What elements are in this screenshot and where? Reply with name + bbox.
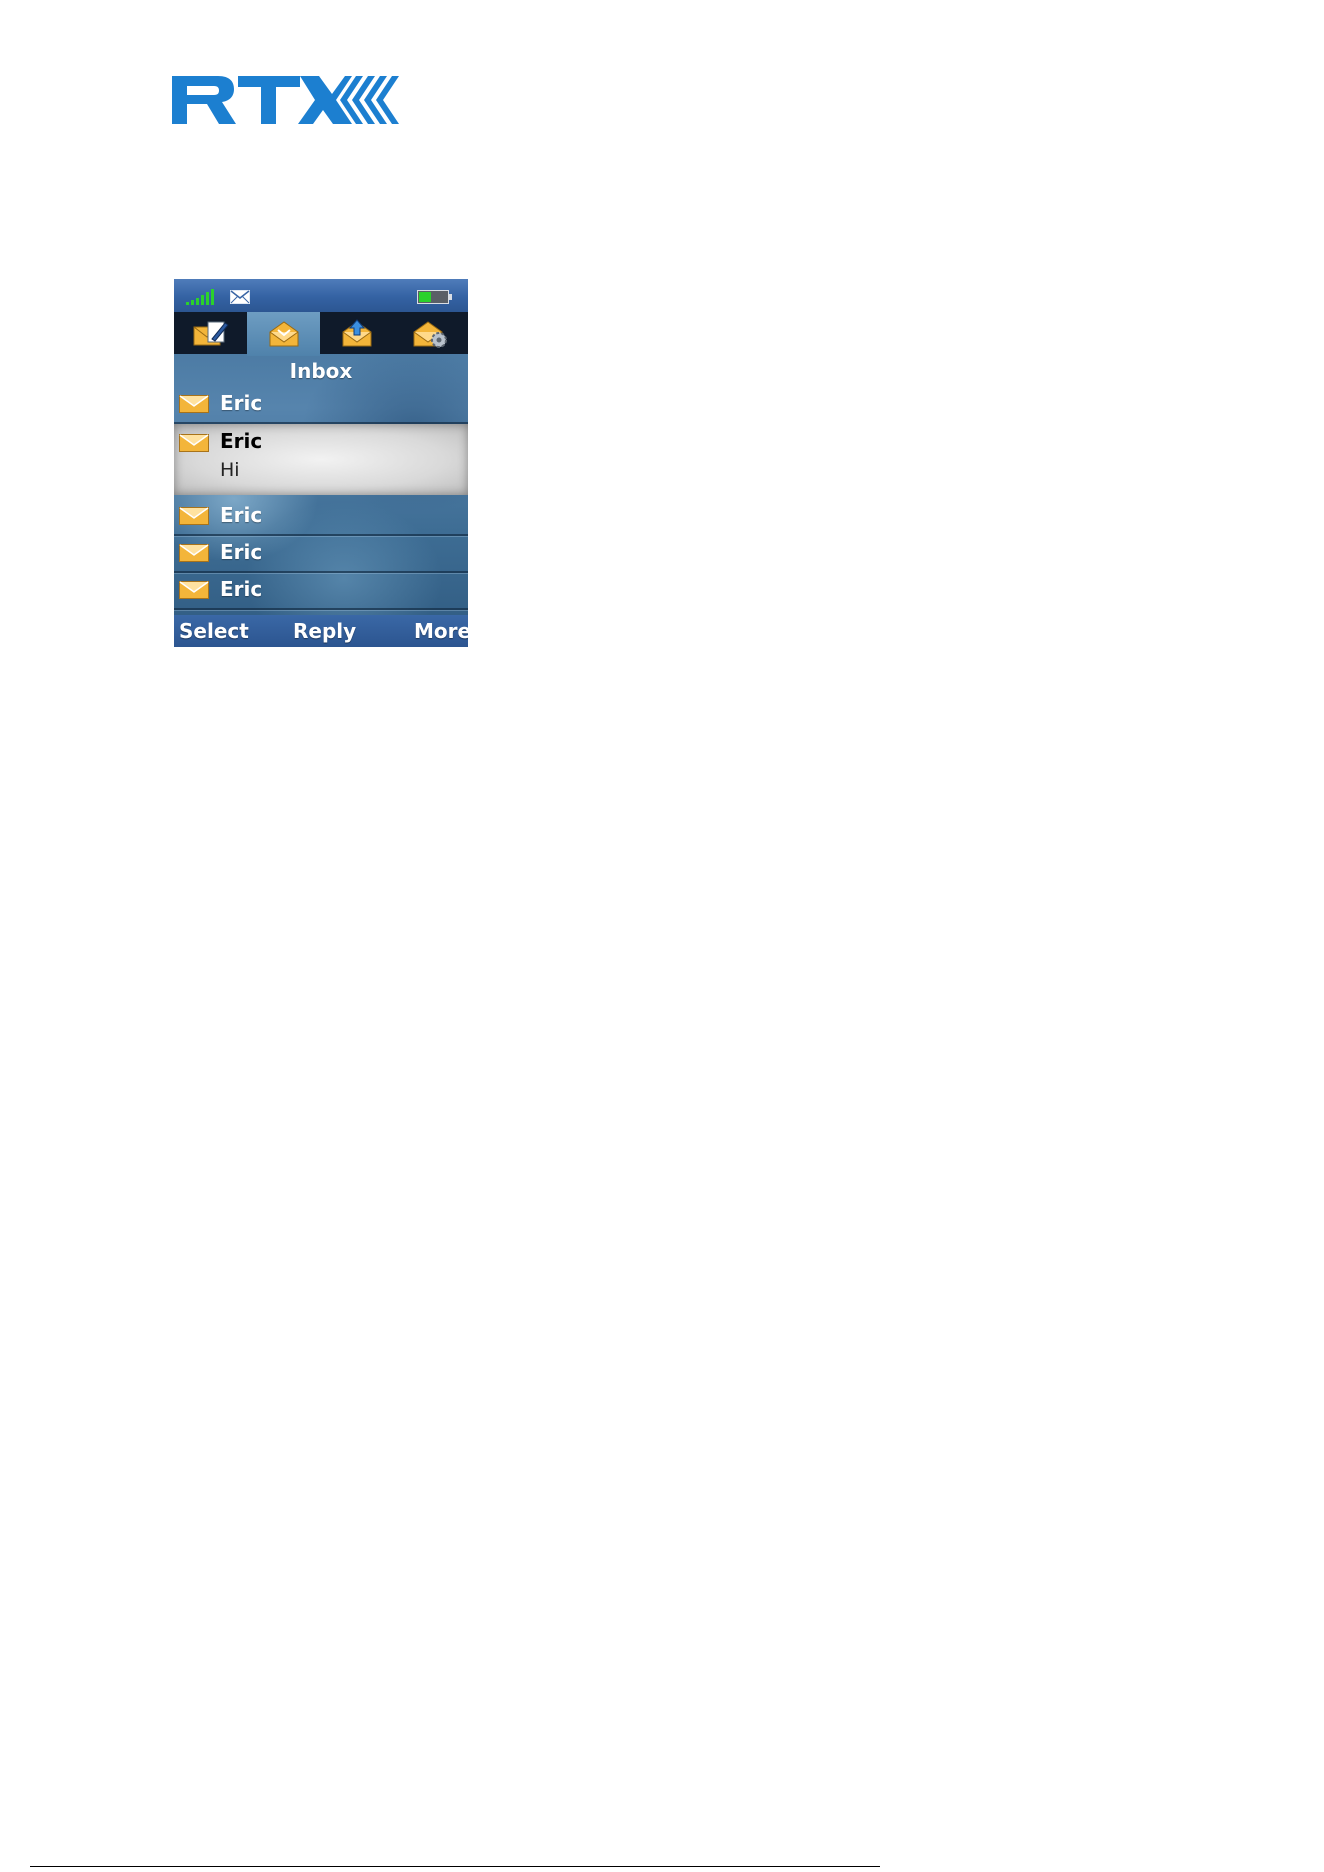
message-row[interactable]: Eric [174, 572, 468, 610]
tab-inbox[interactable] [247, 312, 320, 356]
status-bar [174, 279, 468, 312]
envelope-icon [179, 507, 209, 525]
softkey-more[interactable]: More [414, 617, 468, 645]
battery-icon [417, 290, 452, 304]
message-sender: Eric [220, 429, 263, 453]
message-row[interactable]: Eric [174, 386, 468, 424]
softkey-reply[interactable]: Reply [293, 617, 356, 645]
message-row[interactable]: Eric [174, 535, 468, 573]
softkey-select[interactable]: Select [179, 617, 249, 645]
message-sender: Eric [220, 540, 263, 564]
tab-compose[interactable] [174, 312, 247, 354]
inbox-icon [269, 321, 298, 347]
envelope-icon [179, 395, 209, 413]
message-settings-icon [413, 321, 447, 348]
tab-settings[interactable] [393, 312, 466, 354]
outbox-icon [342, 319, 371, 347]
screen-title: Inbox [289, 359, 353, 383]
message-sender: Eric [220, 391, 263, 415]
tab-bar [174, 312, 468, 356]
softkey-bar: Select Reply More [174, 615, 468, 647]
tab-outbox[interactable] [320, 312, 393, 354]
message-sender: Eric [220, 503, 263, 527]
message-sender: Eric [220, 577, 263, 601]
signal-bars-icon [186, 289, 214, 305]
envelope-icon [179, 544, 209, 562]
footer-divider [30, 1866, 880, 1867]
rtx-logo [172, 76, 399, 124]
envelope-icon [179, 434, 209, 452]
message-row-selected[interactable]: Eric Hi [174, 424, 468, 495]
compose-message-icon [193, 321, 229, 346]
envelope-icon [230, 290, 250, 304]
message-preview: Hi [220, 459, 240, 481]
phone-screen: Inbox Eric Eric Hi Eric Eric Eric Select… [174, 279, 468, 647]
message-row[interactable]: Eric [174, 498, 468, 536]
envelope-icon [179, 581, 209, 599]
